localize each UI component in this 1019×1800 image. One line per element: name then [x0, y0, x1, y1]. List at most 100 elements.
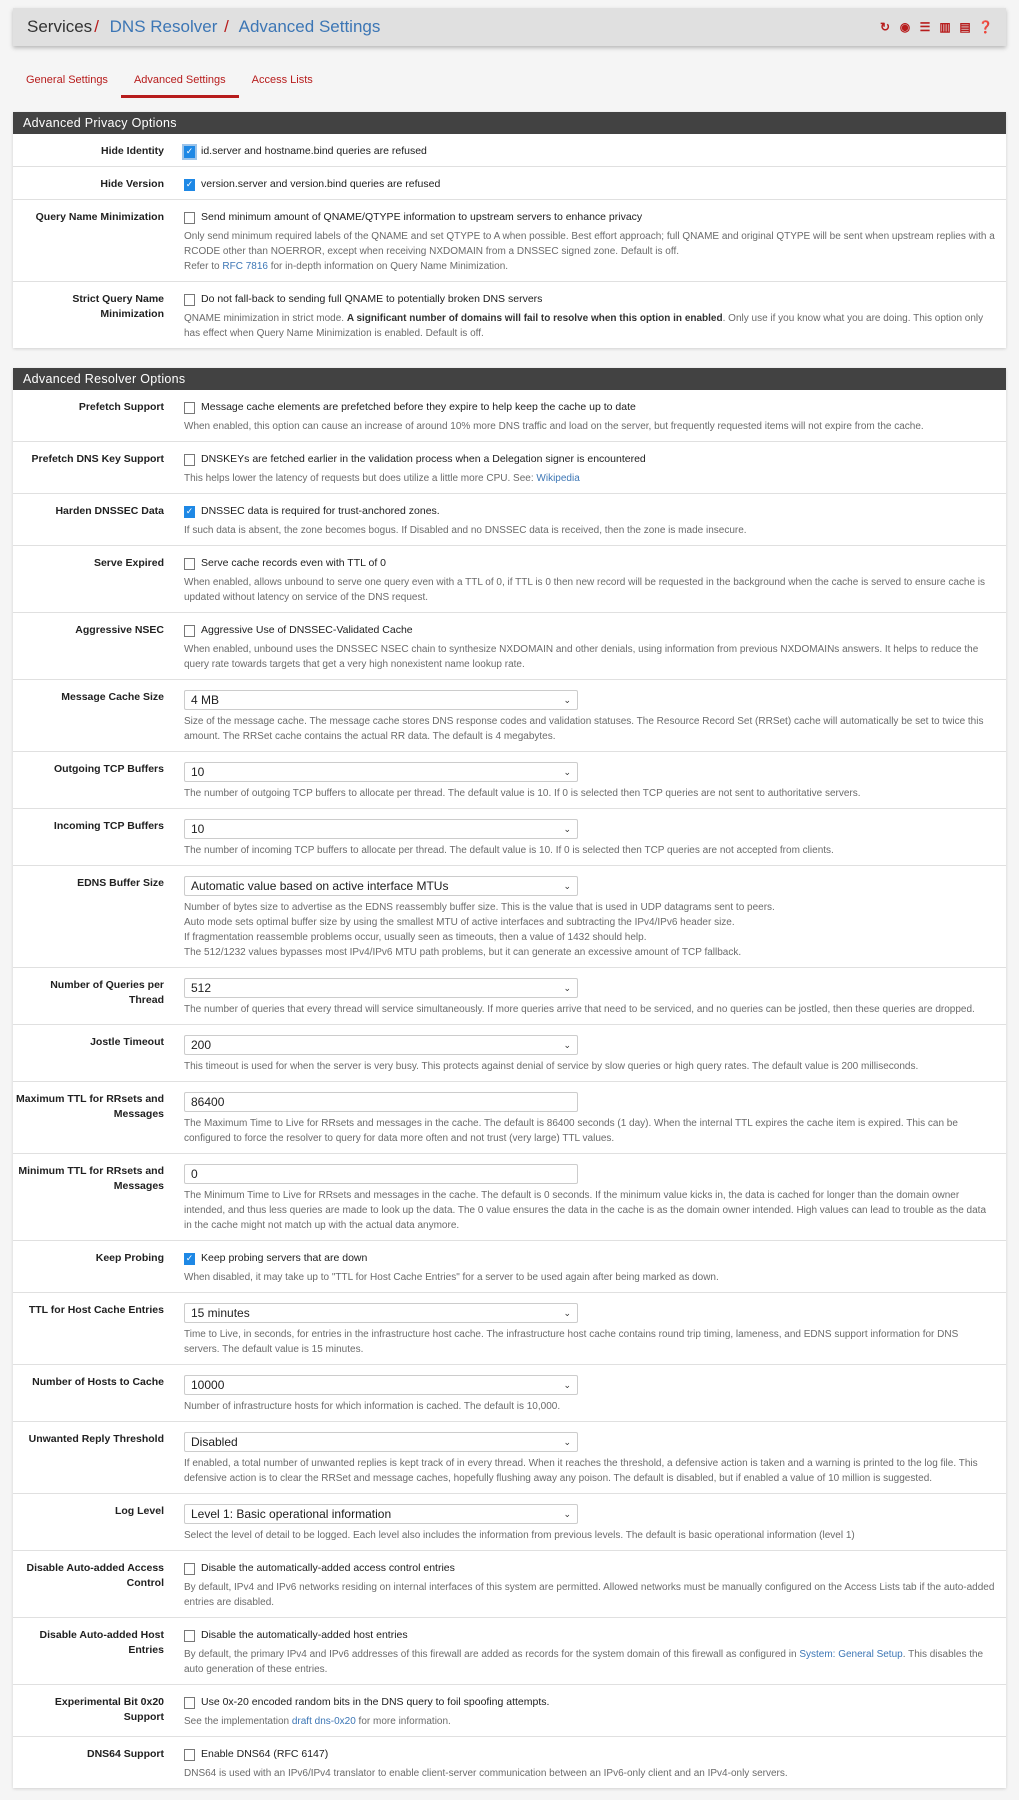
help-text: The Maximum Time to Live for RRsets and … — [184, 1118, 958, 1144]
field-label: Disable Auto-added Host Entries — [39, 1629, 164, 1656]
field-label: Jostle Timeout — [90, 1036, 164, 1048]
dns64-checkbox[interactable] — [184, 1748, 195, 1761]
field-label: DNS64 Support — [86, 1748, 164, 1760]
unwanted-reply-select[interactable]: Disabled ⌄ — [184, 1432, 578, 1452]
log-level-select[interactable]: Level 1: Basic operational information ⌄ — [184, 1504, 578, 1524]
panel-title: Advanced Resolver Options — [13, 368, 1006, 390]
host-cache-ttl-row: TTL for Host Cache Entries 15 minutes ⌄ T… — [13, 1293, 1006, 1365]
edns-buffer-row: EDNS Buffer Size Automatic value based o… — [13, 866, 1006, 968]
disable-acl-checkbox[interactable] — [184, 1562, 195, 1575]
field-label: Number of Hosts to Cache — [32, 1376, 164, 1388]
field-label: Minimum TTL for RRsets and Messages — [18, 1165, 164, 1192]
unwanted-reply-row: Unwanted Reply Threshold Disabled ⌄ If en… — [13, 1422, 1006, 1494]
outgoing-tcp-select[interactable]: 10 ⌄ — [184, 762, 578, 782]
jostle-timeout-select[interactable]: 200 ⌄ — [184, 1035, 578, 1055]
aggressive-nsec-row: Aggressive NSEC Aggressive Use of DNSSEC… — [13, 613, 1006, 680]
breadcrumb-advanced-settings[interactable]: Advanced Settings — [239, 17, 381, 36]
incoming-tcp-row: Incoming TCP Buffers 10 ⌄ The number of i… — [13, 809, 1006, 866]
wikipedia-link[interactable]: Wikipedia — [536, 473, 579, 484]
checkbox-label: Send minimum amount of QNAME/QTYPE infor… — [201, 211, 643, 223]
field-label: Unwanted Reply Threshold — [28, 1433, 164, 1445]
hosts-to-cache-select[interactable]: 10000 ⌄ — [184, 1375, 578, 1395]
stop-icon[interactable]: ◉ — [898, 20, 912, 34]
outgoing-tcp-row: Outgoing TCP Buffers 10 ⌄ The number of o… — [13, 752, 1006, 809]
help-text: See the implementation draft dns-0x20 fo… — [184, 1716, 451, 1727]
strict-qname-checkbox[interactable] — [184, 293, 195, 306]
prefetch-key-row: Prefetch DNS Key Support DNSKEYs are fet… — [13, 442, 1006, 494]
checkbox-label: DNSKEYs are fetched earlier in the valid… — [201, 453, 646, 465]
help-text: When enabled, unbound uses the DNSSEC NS… — [184, 644, 979, 670]
hide-identity-checkbox[interactable]: ✓ — [184, 145, 195, 158]
min-ttl-input[interactable]: 0 — [184, 1164, 578, 1184]
help-text: DNS64 is used with an IPv6/IPv4 translat… — [184, 1768, 788, 1779]
header-icons: ↻ ◉ ☰ ▥ ▤ ❓ — [878, 20, 993, 34]
chevron-down-icon: ⌄ — [563, 880, 571, 891]
max-ttl-input[interactable]: 86400 — [184, 1092, 578, 1112]
field-label: Disable Auto-added Access Control — [26, 1562, 164, 1589]
edns-buffer-select[interactable]: Automatic value based on active interfac… — [184, 876, 578, 896]
keep-probing-checkbox[interactable]: ✓ — [184, 1252, 195, 1265]
message-cache-size-row: Message Cache Size 4 MB ⌄ Size of the mes… — [13, 680, 1006, 752]
tab-bar: General Settings Advanced Settings Acces… — [13, 68, 1006, 98]
advanced-privacy-panel: Advanced Privacy Options Hide Identity ✓… — [13, 112, 1006, 348]
help-text: If enabled, a total number of unwanted r… — [184, 1458, 978, 1484]
hide-identity-row: Hide Identity ✓ id.server and hostname.bi… — [13, 134, 1006, 167]
field-label: Log Level — [114, 1505, 164, 1517]
prefetch-checkbox[interactable] — [184, 401, 195, 414]
disable-host-entries-checkbox[interactable] — [184, 1629, 195, 1642]
rfc7816-link[interactable]: RFC 7816 — [222, 261, 268, 272]
chevron-down-icon: ⌄ — [563, 1436, 571, 1447]
host-cache-ttl-select[interactable]: 15 minutes ⌄ — [184, 1303, 578, 1323]
incoming-tcp-select[interactable]: 10 ⌄ — [184, 819, 578, 839]
checkbox-label: Disable the automatically-added host ent… — [201, 1629, 408, 1641]
hide-version-row: Hide Version ✓ version.server and version… — [13, 167, 1006, 200]
advanced-resolver-panel: Advanced Resolver Options Prefetch Suppo… — [13, 368, 1006, 1788]
chevron-down-icon: ⌄ — [563, 1379, 571, 1390]
keep-probing-row: Keep Probing ✓ Keep probing servers that … — [13, 1241, 1006, 1293]
harden-dnssec-checkbox[interactable]: ✓ — [184, 505, 195, 518]
tab-general-settings[interactable]: General Settings — [13, 68, 121, 98]
bit0x20-row: Experimental Bit 0x20 Support Use 0x-20 … — [13, 1685, 1006, 1737]
hosts-to-cache-row: Number of Hosts to Cache 10000 ⌄ Number o… — [13, 1365, 1006, 1422]
aggressive-nsec-checkbox[interactable] — [184, 624, 195, 637]
checkbox-label: Do not fall-back to sending full QNAME t… — [201, 293, 543, 305]
strict-qname-row: Strict Query Name Minimization Do not fa… — [13, 282, 1006, 348]
chevron-down-icon: ⌄ — [563, 1508, 571, 1519]
tab-advanced-settings[interactable]: Advanced Settings — [120, 68, 239, 98]
breadcrumb-services: Services — [27, 17, 93, 36]
general-setup-link[interactable]: System: General Setup — [799, 1649, 902, 1660]
field-label: TTL for Host Cache Entries — [28, 1304, 164, 1316]
panel-title: Advanced Privacy Options — [13, 112, 1006, 134]
help-text: Number of infrastructure hosts for which… — [184, 1401, 561, 1412]
queries-per-thread-select[interactable]: 512 ⌄ — [184, 978, 578, 998]
settings-sliders-icon[interactable]: ☰ — [918, 20, 932, 34]
breadcrumb-dns-resolver[interactable]: DNS Resolver — [110, 17, 218, 36]
field-label: Experimental Bit 0x20 Support — [54, 1696, 164, 1723]
help-text: When disabled, it may take up to "TTL fo… — [184, 1272, 719, 1283]
page-header: Services / DNS Resolver / Advanced Settin… — [13, 8, 1006, 46]
message-cache-size-select[interactable]: 4 MB ⌄ — [184, 690, 578, 710]
field-label: Harden DNSSEC Data — [55, 505, 164, 517]
prefetch-key-checkbox[interactable] — [184, 453, 195, 466]
field-label: Number of Queries per Thread — [50, 979, 164, 1006]
dns-0x20-link[interactable]: draft dns-0x20 — [292, 1716, 356, 1727]
help-icon[interactable]: ❓ — [978, 20, 993, 34]
field-label: Outgoing TCP Buffers — [53, 763, 164, 775]
bit0x20-checkbox[interactable] — [184, 1696, 195, 1709]
hide-version-checkbox[interactable]: ✓ — [184, 178, 195, 191]
help-text: The Minimum Time to Live for RRsets and … — [184, 1190, 987, 1231]
checkbox-label: Message cache elements are prefetched be… — [201, 401, 636, 413]
qname-minimization-checkbox[interactable] — [184, 211, 195, 224]
chart-icon[interactable]: ▥ — [938, 20, 952, 34]
serve-expired-row: Serve Expired Serve cache records even w… — [13, 546, 1006, 613]
serve-expired-checkbox[interactable] — [184, 557, 195, 570]
chevron-down-icon: ⌄ — [563, 694, 571, 705]
field-label: Maximum TTL for RRsets and Messages — [16, 1093, 164, 1120]
breadcrumb-separator: / — [94, 17, 99, 36]
field-label: Hide Version — [100, 178, 164, 190]
restart-icon[interactable]: ↻ — [878, 20, 892, 34]
field-label: EDNS Buffer Size — [77, 877, 164, 889]
checkbox-label: id.server and hostname.bind queries are … — [201, 145, 427, 157]
log-icon[interactable]: ▤ — [958, 20, 972, 34]
tab-access-lists[interactable]: Access Lists — [239, 68, 326, 98]
